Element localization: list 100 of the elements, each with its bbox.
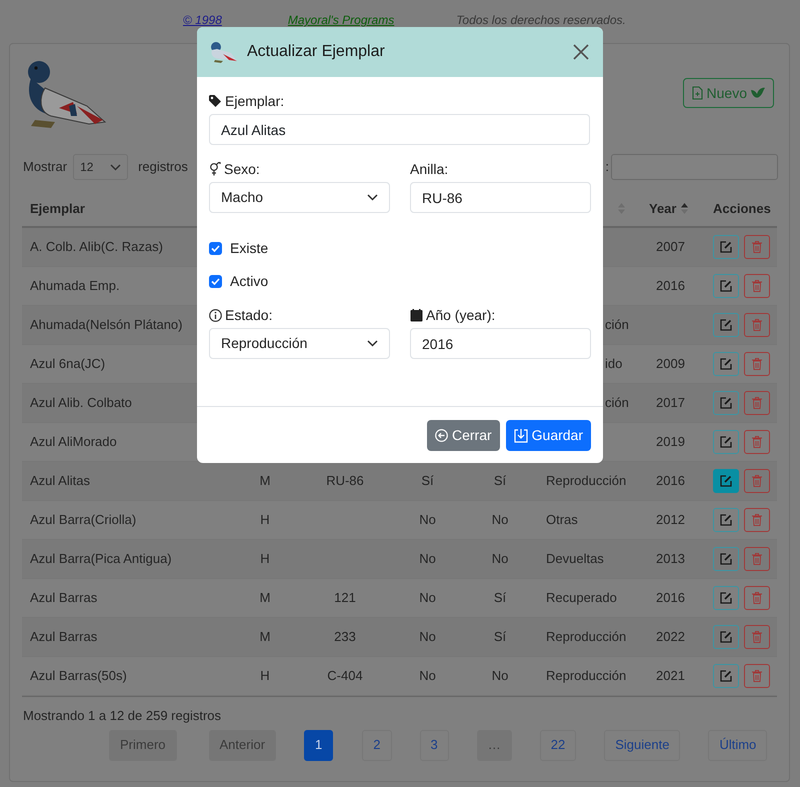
close-icon[interactable] bbox=[573, 44, 589, 60]
field-label: Sexo: bbox=[224, 160, 260, 178]
edit-button[interactable] bbox=[713, 430, 739, 454]
table-cell: M bbox=[260, 629, 270, 644]
trash-icon bbox=[752, 553, 762, 565]
table-cell: Azul Barras(50s) bbox=[30, 668, 127, 684]
table-cell: 2016 bbox=[656, 278, 685, 294]
table-cell: H bbox=[260, 668, 270, 684]
edit-icon bbox=[720, 241, 732, 253]
page-button[interactable]: 3 bbox=[420, 730, 449, 760]
table-cell: 233 bbox=[334, 629, 356, 644]
checkbox[interactable] bbox=[209, 242, 222, 254]
table-cell: 2019 bbox=[656, 434, 685, 450]
file-plus-icon bbox=[692, 86, 703, 100]
table-cell: 2012 bbox=[656, 512, 685, 528]
table-cell: 2022 bbox=[656, 629, 685, 644]
field-label: Ejemplar: bbox=[225, 92, 284, 111]
table-cell: 2013 bbox=[656, 551, 685, 566]
edit-button[interactable] bbox=[713, 313, 739, 337]
edit-icon bbox=[720, 670, 732, 682]
table-cell: Azul Barras bbox=[30, 590, 98, 606]
edit-button[interactable] bbox=[713, 586, 739, 610]
search-label: : bbox=[605, 158, 609, 176]
table-info: Mostrando 1 a 12 de 259 registros bbox=[22, 707, 222, 725]
anilla-input[interactable]: RU-86 bbox=[410, 182, 591, 213]
table-cell: 2016 bbox=[656, 590, 685, 606]
table-cell: No bbox=[419, 668, 436, 684]
page-button[interactable]: Último bbox=[708, 730, 768, 760]
trash-icon bbox=[752, 592, 762, 604]
column-header[interactable]: Year bbox=[649, 198, 676, 218]
table-cell: No bbox=[419, 629, 436, 644]
edit-button[interactable] bbox=[713, 274, 739, 298]
save-button[interactable]: Guardar bbox=[506, 420, 591, 450]
table-cell: 2017 bbox=[656, 395, 685, 410]
trash-icon bbox=[752, 475, 762, 487]
table-cell: No bbox=[419, 551, 436, 566]
calendar-icon bbox=[410, 308, 423, 322]
table-cell: M bbox=[260, 590, 270, 606]
table-cell: Ahumada(Nelsón Plátano) bbox=[30, 317, 182, 332]
sexo-select[interactable]: Macho bbox=[209, 182, 390, 213]
table-cell: No bbox=[492, 668, 508, 684]
edit-icon bbox=[720, 631, 732, 643]
edit-button[interactable] bbox=[713, 235, 739, 259]
check-icon bbox=[211, 244, 220, 252]
table-cell: 2016 bbox=[656, 473, 685, 488]
table-cell: Otras bbox=[546, 512, 578, 528]
table-cell: 2009 bbox=[656, 356, 685, 372]
edit-button[interactable] bbox=[713, 508, 739, 532]
close-button[interactable]: Cerrar bbox=[426, 420, 500, 450]
table-cell: No bbox=[492, 551, 508, 566]
table-cell: Azul Alib. Colbato bbox=[30, 395, 132, 410]
table-cell: Ahumada Emp. bbox=[30, 278, 120, 294]
table-cell: Reproducción bbox=[546, 629, 626, 644]
sort-icon[interactable] bbox=[681, 203, 688, 214]
table-cell: No bbox=[419, 512, 436, 528]
trash-icon bbox=[752, 514, 762, 526]
chevron-icon bbox=[367, 340, 378, 347]
trash-icon bbox=[752, 280, 762, 292]
page-button[interactable]: 22 bbox=[540, 730, 576, 760]
page-button[interactable]: Siguiente bbox=[604, 730, 680, 760]
edit-button[interactable] bbox=[713, 352, 739, 376]
table-cell: 2007 bbox=[656, 239, 685, 254]
table-cell: Azul AliMorado bbox=[30, 434, 117, 450]
table-cell: H bbox=[260, 512, 270, 528]
edit-button[interactable] bbox=[713, 391, 739, 415]
column-header[interactable]: Ejemplar bbox=[30, 200, 85, 216]
table-cell: ción bbox=[605, 395, 629, 410]
table-cell: 2021 bbox=[656, 668, 685, 684]
table-cell: Sí bbox=[494, 590, 506, 606]
edit-button[interactable] bbox=[713, 664, 739, 688]
edit-icon bbox=[720, 280, 732, 292]
field-label: Estado: bbox=[225, 306, 272, 324]
table-cell: Azul Barra(Criolla) bbox=[30, 512, 136, 528]
trash-icon bbox=[752, 397, 762, 409]
table-cell: Azul 6na(JC) bbox=[30, 356, 106, 372]
edit-icon bbox=[720, 592, 732, 604]
page-size-select[interactable]: 12 bbox=[73, 154, 128, 180]
table-cell: C-404 bbox=[327, 668, 363, 684]
table-cell: No bbox=[419, 590, 436, 606]
length-label: Mostrar bbox=[23, 158, 68, 176]
credit-text: Todos los derechos reservados. bbox=[456, 12, 626, 29]
page-button[interactable]: 1 bbox=[304, 730, 334, 760]
edit-icon bbox=[720, 553, 732, 565]
search-field[interactable] bbox=[611, 154, 778, 180]
edit-button[interactable] bbox=[713, 547, 739, 571]
table-cell: M bbox=[260, 473, 270, 488]
checkbox[interactable] bbox=[209, 274, 222, 288]
edit-icon bbox=[720, 436, 732, 448]
credit-text: © 1998 bbox=[183, 12, 222, 29]
edit-button[interactable] bbox=[713, 625, 739, 649]
edit-icon bbox=[720, 514, 732, 526]
table-cell: Reproducción bbox=[546, 668, 626, 684]
ejemplar-input[interactable]: Azul Alitas bbox=[209, 114, 590, 145]
page-button[interactable]: 2 bbox=[362, 730, 392, 760]
estado-select[interactable]: Reproducción bbox=[209, 328, 390, 359]
credit-text: Mayoral's Programs bbox=[288, 12, 394, 29]
gender-icon bbox=[209, 162, 221, 176]
new-button[interactable]: Nuevo bbox=[682, 78, 774, 108]
year-input[interactable]: 2016 bbox=[410, 328, 591, 359]
edit-button[interactable] bbox=[713, 469, 739, 493]
